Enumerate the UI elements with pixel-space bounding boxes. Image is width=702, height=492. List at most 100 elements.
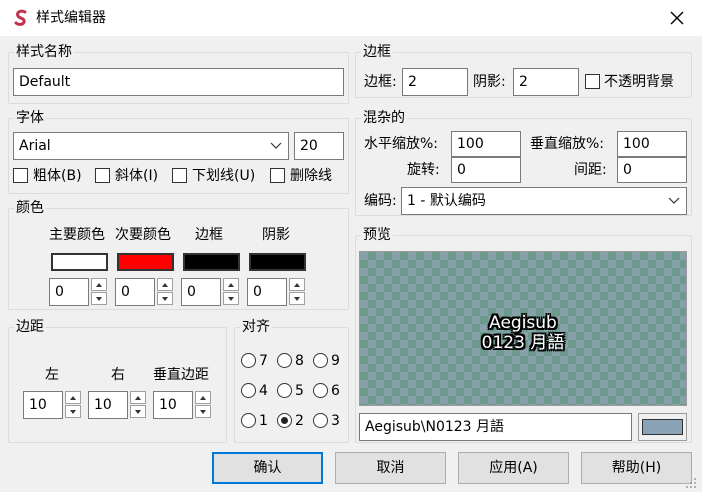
opaque-box-label: 不透明背景 — [604, 74, 674, 90]
style-name-input[interactable]: Default — [13, 68, 344, 96]
strikeout-checkbox[interactable] — [270, 168, 285, 183]
misc-group-label: 混杂的 — [361, 109, 407, 127]
align-radio-4[interactable] — [241, 383, 256, 398]
secondary-color-label: 次要颜色 — [115, 227, 171, 243]
preview-line-2: 0123 月語 — [481, 333, 565, 353]
primary-color-label: 主要颜色 — [49, 227, 105, 243]
spin-down-icon[interactable] — [65, 405, 81, 418]
italic-label: 斜体(I) — [115, 168, 159, 184]
preview-text-input[interactable]: Aegisub\N0123 月語 — [359, 413, 632, 441]
margin-left-spinner[interactable]: 10 — [23, 391, 83, 419]
spacing-label: 间距: — [574, 162, 607, 178]
alignment-group-label: 对齐 — [240, 318, 272, 336]
shadow-color-swatch[interactable] — [249, 253, 306, 271]
strikeout-label: 删除线 — [290, 168, 332, 184]
spin-up-icon[interactable] — [195, 391, 211, 404]
margins-group-label: 边距 — [14, 318, 46, 336]
margin-vertical-spinner[interactable]: 10 — [153, 391, 213, 419]
align-radio-8[interactable] — [277, 353, 292, 368]
preview-canvas: Aegisub 0123 月語 — [359, 251, 687, 406]
style-name-label: 样式名称 — [14, 43, 74, 61]
shadow-alpha-value[interactable]: 0 — [247, 278, 287, 306]
spin-up-icon[interactable] — [130, 391, 146, 404]
spin-down-icon[interactable] — [195, 405, 211, 418]
secondary-alpha-spinner[interactable]: 0 — [115, 278, 175, 306]
secondary-alpha-value[interactable]: 0 — [115, 278, 155, 306]
outline-alpha-value[interactable]: 0 — [181, 278, 221, 306]
spin-up-icon[interactable] — [223, 278, 239, 291]
align-label-9: 9 — [331, 353, 340, 369]
primary-color-swatch[interactable] — [51, 253, 108, 271]
align-label-2: 2 — [295, 413, 304, 429]
scale-x-label: 水平缩放%: — [364, 136, 439, 152]
align-radio-1[interactable] — [241, 413, 256, 428]
outline-color-swatch[interactable] — [183, 253, 240, 271]
align-label-6: 6 — [331, 383, 340, 399]
opaque-box-checkbox[interactable] — [585, 74, 600, 89]
spin-up-icon[interactable] — [157, 278, 173, 291]
underline-checkbox[interactable] — [172, 168, 187, 183]
spin-down-icon[interactable] — [130, 405, 146, 418]
colors-group-label: 颜色 — [14, 199, 46, 217]
align-radio-9[interactable] — [313, 353, 328, 368]
encoding-select[interactable]: 1 - 默认编码 — [401, 187, 687, 215]
scale-y-label: 垂直缩放%: — [530, 136, 605, 152]
italic-checkbox[interactable] — [95, 168, 110, 183]
aegisub-logo-icon — [12, 9, 30, 27]
spin-down-icon[interactable] — [223, 292, 239, 305]
margin-right-spinner[interactable]: 10 — [88, 391, 148, 419]
close-icon[interactable] — [660, 4, 694, 32]
preview-bg-color-button[interactable] — [638, 413, 687, 441]
rotation-input[interactable]: 0 — [451, 157, 521, 183]
preview-group-label: 预览 — [361, 226, 393, 244]
preview-bg-swatch — [642, 419, 683, 435]
font-family-select[interactable]: Arial — [13, 132, 289, 160]
margin-left-value[interactable]: 10 — [23, 391, 63, 419]
bold-checkbox[interactable] — [13, 168, 28, 183]
help-button[interactable]: 帮助(H) — [581, 452, 692, 484]
shadow-depth-label: 阴影: — [473, 74, 506, 90]
scale-x-input[interactable]: 100 — [451, 131, 521, 157]
align-label-5: 5 — [295, 383, 304, 399]
spin-down-icon[interactable] — [91, 292, 107, 305]
margin-right-value[interactable]: 10 — [88, 391, 128, 419]
secondary-color-swatch[interactable] — [117, 253, 174, 271]
align-label-7: 7 — [259, 353, 268, 369]
spin-up-icon[interactable] — [91, 278, 107, 291]
encoding-label: 编码: — [364, 193, 397, 209]
resize-grip-icon[interactable] — [684, 476, 698, 490]
spacing-input[interactable]: 0 — [617, 157, 687, 183]
font-family-value: Arial — [19, 138, 51, 154]
align-radio-3[interactable] — [313, 413, 328, 428]
primary-alpha-value[interactable]: 0 — [49, 278, 89, 306]
cancel-button[interactable]: 取消 — [335, 452, 446, 484]
align-radio-5[interactable] — [277, 383, 292, 398]
shadow-depth-input[interactable]: 2 — [513, 68, 579, 96]
bold-label: 粗体(B) — [33, 168, 82, 184]
ok-button[interactable]: 确认 — [212, 452, 323, 484]
scale-y-input[interactable]: 100 — [617, 131, 687, 157]
outline-color-label: 边框 — [195, 227, 223, 243]
font-size-input[interactable]: 20 — [294, 132, 344, 160]
apply-button[interactable]: 应用(A) — [458, 452, 569, 484]
outline-width-input[interactable]: 2 — [402, 68, 468, 96]
shadow-alpha-spinner[interactable]: 0 — [247, 278, 307, 306]
align-label-1: 1 — [259, 413, 268, 429]
margin-vertical-value[interactable]: 10 — [153, 391, 193, 419]
margin-right-label: 右 — [111, 367, 125, 383]
chevron-down-icon — [668, 188, 680, 214]
align-label-3: 3 — [331, 413, 340, 429]
spin-down-icon[interactable] — [157, 292, 173, 305]
align-radio-7[interactable] — [241, 353, 256, 368]
align-radio-2[interactable] — [277, 413, 292, 428]
encoding-value: 1 - 默认编码 — [407, 193, 486, 209]
align-label-8: 8 — [295, 353, 304, 369]
underline-label: 下划线(U) — [192, 168, 256, 184]
primary-alpha-spinner[interactable]: 0 — [49, 278, 109, 306]
outline-alpha-spinner[interactable]: 0 — [181, 278, 241, 306]
spin-up-icon[interactable] — [65, 391, 81, 404]
align-radio-6[interactable] — [313, 383, 328, 398]
spin-up-icon[interactable] — [289, 278, 305, 291]
spin-down-icon[interactable] — [289, 292, 305, 305]
margins-group — [8, 327, 227, 443]
